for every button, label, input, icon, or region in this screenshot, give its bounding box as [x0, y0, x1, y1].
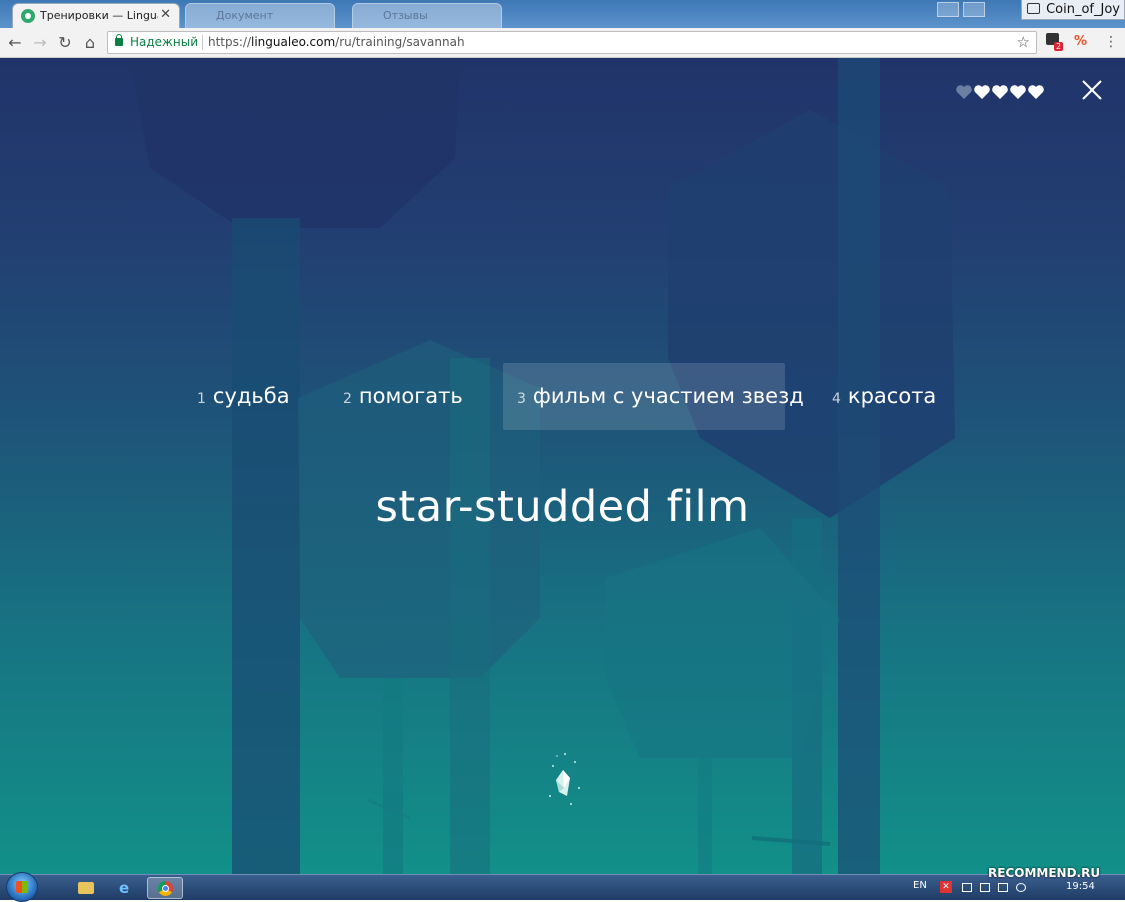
- heart-icon: [1010, 85, 1026, 99]
- action-center-icon[interactable]: ✕: [940, 881, 952, 893]
- profile-icon: [1027, 3, 1041, 14]
- close-icon[interactable]: [1080, 78, 1104, 102]
- answer-text: судьба: [212, 384, 290, 408]
- flag-icon[interactable]: [998, 883, 1008, 892]
- browser-profile-badge[interactable]: Coin_of_Joy: [1021, 0, 1125, 20]
- secure-label: Надежный: [130, 35, 198, 49]
- home-icon[interactable]: ⌂: [79, 32, 101, 54]
- heart-icon: [1028, 85, 1044, 99]
- lock-icon: [115, 34, 123, 46]
- percent-extension-icon[interactable]: %: [1074, 33, 1087, 51]
- tab-title: Отзывы: [383, 9, 428, 22]
- divider: [202, 35, 203, 50]
- answer-text: помогать: [358, 384, 463, 408]
- answer-number: 2: [343, 391, 352, 407]
- url-scheme: https://: [208, 35, 252, 49]
- windows-logo-icon: [16, 881, 28, 893]
- language-indicator[interactable]: EN: [913, 880, 927, 891]
- answer-number: 1: [197, 391, 206, 407]
- clock[interactable]: 19:54: [1066, 881, 1095, 892]
- profile-name: Coin_of_Joy: [1046, 2, 1120, 17]
- url-host: lingualeo.com: [251, 35, 336, 49]
- lingualeo-favicon-icon: [21, 9, 35, 23]
- windows-taskbar: e EN ✕ 19:54: [0, 872, 1125, 902]
- url-path: /ru/training/savannah: [335, 35, 465, 49]
- internet-explorer-icon[interactable]: e: [108, 877, 144, 899]
- tab-close-icon[interactable]: ✕: [160, 7, 171, 22]
- network-icon[interactable]: [962, 883, 972, 892]
- tab-active[interactable]: Тренировки — LinguaLeo ✕: [12, 3, 180, 28]
- falling-word: star-studded film: [375, 482, 750, 532]
- tab-inactive[interactable]: Документ: [185, 3, 335, 28]
- answer-option-2[interactable]: 2 помогать: [329, 363, 477, 430]
- heart-icon: [974, 85, 990, 99]
- answer-option-4[interactable]: 4 красота: [818, 363, 950, 430]
- bookmark-star-icon[interactable]: ☆: [1017, 33, 1030, 51]
- back-arrow-icon[interactable]: ←: [4, 32, 26, 54]
- answer-option-3[interactable]: 3 фильм с участием звезд: [503, 363, 804, 430]
- heart-icon: [992, 85, 1008, 99]
- start-button[interactable]: [6, 872, 38, 902]
- browser-toolbar: ← → ↻ ⌂ Надежный https://lingualeo.com/r…: [0, 28, 1125, 58]
- reload-icon[interactable]: ↻: [54, 32, 76, 54]
- tab-inactive[interactable]: Отзывы: [352, 3, 502, 28]
- power-icon[interactable]: [980, 883, 990, 892]
- url-text[interactable]: https://lingualeo.com/ru/training/savann…: [208, 35, 465, 49]
- tab-title: Документ: [216, 9, 274, 22]
- answer-options: 1 судьба 2 помогать 3 фильм с участием звез…: [0, 363, 1125, 433]
- window-buttons: [937, 0, 1027, 20]
- answer-option-1[interactable]: 1 судьба: [183, 363, 304, 430]
- answer-text: красота: [847, 384, 937, 408]
- forward-arrow-icon[interactable]: →: [29, 32, 51, 54]
- watermark: RECOMMEND.RU: [988, 866, 1101, 880]
- answer-text: фильм с участием звезд: [532, 384, 804, 408]
- answer-number: 4: [832, 391, 841, 407]
- heart-lost-icon: [956, 85, 972, 99]
- maximize-button[interactable]: [963, 2, 985, 17]
- address-bar[interactable]: Надежный https://lingualeo.com/ru/traini…: [107, 31, 1037, 54]
- crystal-icon: [549, 753, 580, 805]
- chrome-icon[interactable]: [147, 877, 183, 899]
- tab-title: Тренировки — LinguaLeo: [40, 9, 158, 22]
- extension-icon[interactable]: 2: [1046, 33, 1064, 51]
- minimize-button[interactable]: [937, 2, 959, 17]
- menu-dots-icon[interactable]: ⋮: [1104, 33, 1118, 51]
- browser-tab-bar: Тренировки — LinguaLeo ✕ Документ Отзывы…: [0, 0, 1125, 28]
- answer-number: 3: [517, 391, 526, 407]
- extension-badge: 2: [1054, 42, 1064, 51]
- volume-icon[interactable]: [1016, 883, 1026, 892]
- savannah-training-page: 1 судьба 2 помогать 3 фильм с участием звез…: [0, 58, 1125, 874]
- file-explorer-icon[interactable]: [68, 877, 104, 899]
